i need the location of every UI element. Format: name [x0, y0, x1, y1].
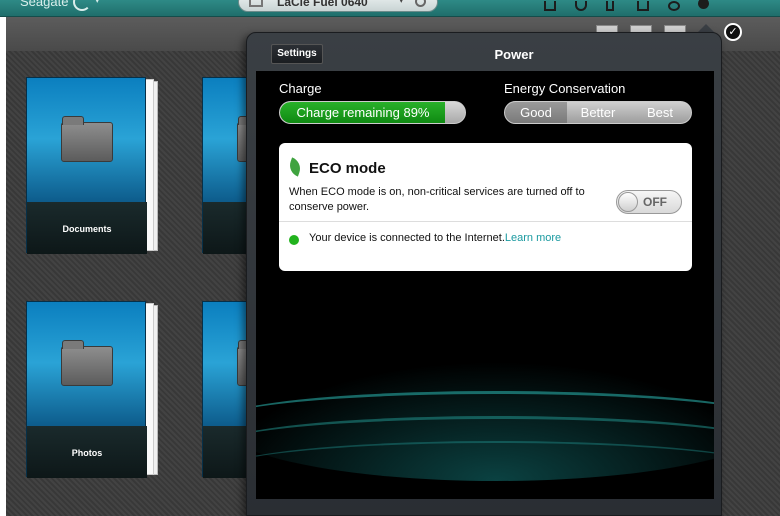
user-icon[interactable]	[606, 1, 614, 11]
folder-icon	[61, 116, 113, 162]
charge-remaining-text: Charge remaining 89%	[296, 105, 430, 120]
folder-cover: Photos	[26, 301, 147, 478]
seagate-swirl-icon	[73, 0, 91, 11]
chevron-down-icon[interactable]: ▾	[95, 0, 100, 6]
internet-status-text: Your device is connected to the Internet…	[309, 232, 505, 244]
folder-icon	[61, 340, 113, 386]
gear-icon[interactable]	[698, 0, 709, 9]
power-popup: Settings Power Charge Charge remaining 8…	[246, 32, 722, 516]
popup-header: Settings Power	[247, 33, 721, 69]
chevron-down-icon[interactable]: ▾	[399, 0, 404, 6]
seagate-logo[interactable]: Seagate	[20, 0, 68, 9]
upload-icon[interactable]	[544, 1, 556, 11]
energy-conservation-selector: Good Better Best	[504, 101, 692, 124]
folder-tile-documents[interactable]: Documents	[26, 77, 158, 254]
search-icon[interactable]	[415, 0, 426, 7]
drive-icon	[249, 0, 263, 7]
learn-more-link[interactable]: Learn more	[505, 232, 561, 244]
energy-option-good[interactable]: Good	[505, 102, 567, 123]
eco-mode-card: ECO mode When ECO mode is on, non-critic…	[279, 143, 692, 271]
folder-label: Photos	[27, 426, 147, 478]
popup-title: Power	[494, 47, 534, 62]
device-name: LaCie Fuel 0640	[277, 0, 368, 9]
top-bar: Seagate ▾ LaCie Fuel 0640 ▾	[0, 0, 780, 17]
select-all-icon[interactable]: ✓	[724, 23, 742, 41]
divider	[279, 221, 692, 222]
wifi-icon[interactable]	[637, 1, 649, 11]
eco-mode-description: When ECO mode is on, non-critical servic…	[289, 186, 585, 213]
folder-tile-photos[interactable]: Photos	[26, 301, 158, 478]
energy-option-best[interactable]: Best	[629, 102, 691, 123]
charge-label: Charge	[279, 81, 322, 96]
battery-icon[interactable]	[668, 1, 680, 11]
toggle-knob	[618, 192, 638, 212]
eco-mode-toggle[interactable]: OFF	[616, 190, 682, 214]
toggle-state-label: OFF	[643, 195, 667, 209]
energy-conservation-label: Energy Conservation	[504, 81, 626, 96]
folder-label: Documents	[27, 202, 147, 254]
status-dot-icon	[289, 235, 299, 245]
charge-progress-bar: Charge remaining 89%	[279, 101, 466, 124]
power-panel: Charge Charge remaining 89% Energy Conse…	[256, 71, 714, 499]
eco-mode-title: ECO mode	[309, 160, 386, 177]
device-selector[interactable]: LaCie Fuel 0640 ▾	[238, 0, 438, 12]
energy-option-better[interactable]: Better	[567, 102, 629, 123]
leaf-icon	[286, 157, 304, 177]
internet-status: Your device is connected to the Internet…	[309, 232, 561, 244]
folder-cover: Documents	[26, 77, 147, 254]
wave-decoration	[256, 441, 714, 499]
refresh-icon[interactable]	[575, 1, 587, 11]
